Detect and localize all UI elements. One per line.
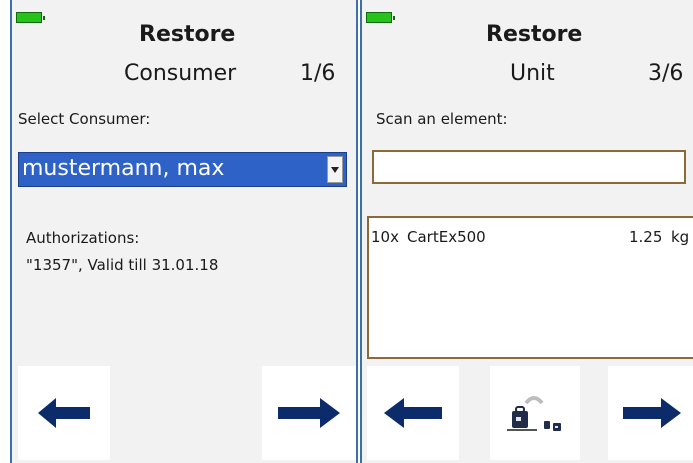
weighing-scale-icon: [507, 396, 561, 431]
next-button[interactable]: [608, 366, 693, 460]
screen-subtitle: Consumer: [124, 61, 237, 86]
back-button[interactable]: [367, 366, 459, 460]
item-unit: kg: [671, 228, 690, 246]
authorizations-value: "1357", Valid till 31.01.18: [26, 256, 219, 274]
item-name: CartEx500: [407, 228, 486, 246]
next-button[interactable]: [262, 366, 356, 460]
screen-subtitle: Unit: [510, 61, 555, 86]
item-weight: 1.25: [629, 228, 663, 246]
arrow-right-icon: [278, 398, 340, 428]
arrow-left-icon: [384, 398, 442, 428]
consumer-select-value: mustermann, max: [22, 156, 225, 181]
unit-screen: Restore Unit 3/6 Scan an element: 10x Ca…: [360, 0, 693, 463]
chevron-down-icon[interactable]: [327, 156, 343, 183]
arrow-right-icon: [622, 398, 681, 428]
consumer-select[interactable]: mustermann, max: [18, 152, 347, 187]
back-button[interactable]: [18, 366, 110, 460]
battery-icon: [16, 12, 45, 23]
step-indicator: 3/6: [648, 61, 684, 86]
weigh-button[interactable]: [490, 366, 580, 460]
authorizations-label: Authorizations:: [26, 229, 140, 247]
select-consumer-label: Select Consumer:: [18, 110, 151, 128]
arrow-left-icon: [38, 398, 90, 428]
screen-title: Restore: [486, 22, 583, 47]
screen-title: Restore: [139, 22, 236, 47]
consumer-screen: Restore Consumer 1/6 Select Consumer: mu…: [10, 0, 358, 463]
item-list: 10x CartEx500 1.25 kg: [367, 216, 693, 359]
battery-icon: [366, 12, 395, 23]
scan-input[interactable]: [372, 150, 686, 184]
item-qty: 10x: [371, 228, 399, 246]
step-indicator: 1/6: [300, 61, 336, 86]
scan-label: Scan an element:: [376, 110, 508, 128]
